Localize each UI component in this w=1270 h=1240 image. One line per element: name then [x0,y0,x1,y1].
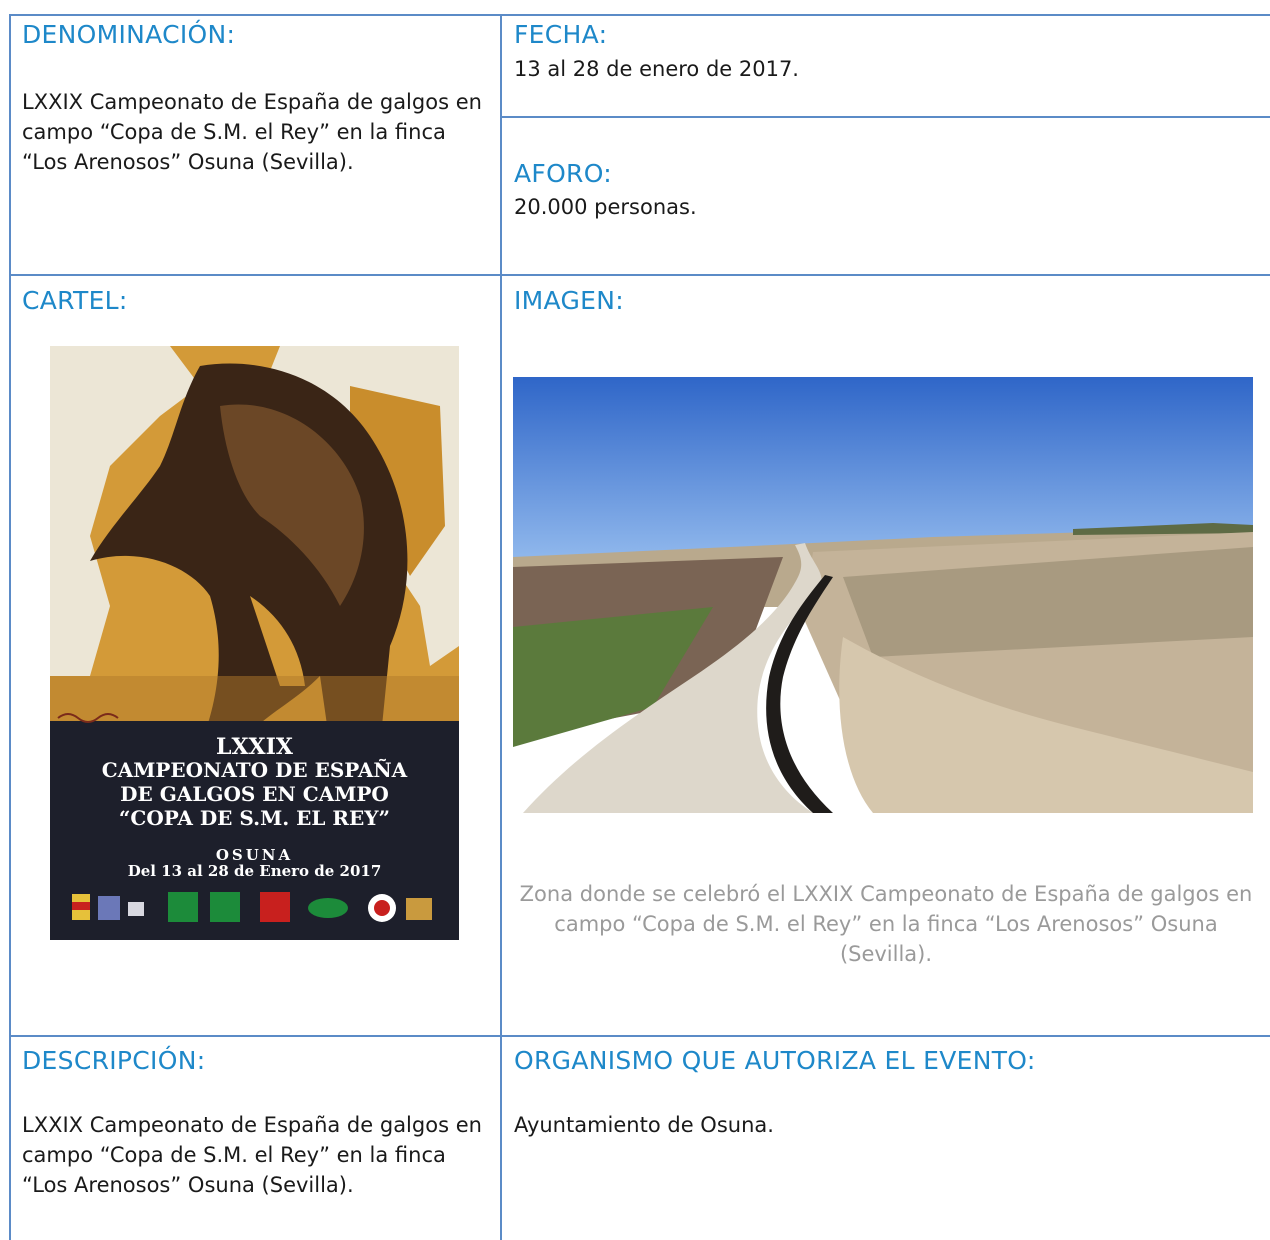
table-top-border [9,14,1270,16]
event-record-sheet: DENOMINACIÓN: LXXIX Campeonato de España… [0,0,1270,1240]
organismo-text: Ayuntamiento de Osuna. [514,1113,774,1137]
fecha-label: FECHA: [514,20,608,49]
row-divider-2 [9,1035,1270,1037]
table-left-border [9,14,11,1240]
fecha-text: 13 al 28 de enero de 2017. [514,57,799,81]
organismo-label: ORGANISMO QUE AUTORIZA EL EVENTO: [514,1046,1036,1075]
poster-line-3: DE GALGOS EN CAMPO [120,782,389,806]
denominacion-label: DENOMINACIÓN: [22,20,236,49]
venue-landscape [513,377,1253,813]
poster-line-1: LXXIX [216,734,293,760]
row-divider-1 [9,274,1270,276]
imagen-caption: Zona donde se celebró el LXXIX Campeonat… [519,882,1253,966]
poster-line-4: “COPA DE S.M. EL REY” [118,806,391,830]
poster-line-6: Del 13 al 28 de Enero de 2017 [127,862,382,880]
cartel-label: CARTEL: [22,286,128,315]
imagen-label: IMAGEN: [514,286,624,315]
poster-line-2: CAMPEONATO DE ESPAÑA [101,758,408,782]
descripcion-text: LXXIX Campeonato de España de galgos en … [22,1113,482,1197]
venue-photo [513,377,1253,813]
denominacion-text: LXXIX Campeonato de España de galgos en … [22,90,482,174]
aforo-label: AFORO: [514,159,612,188]
event-poster: LXXIX CAMPEONATO DE ESPAÑA DE GALGOS EN … [50,346,459,940]
table-middle-divider [500,14,502,1240]
descripcion-label: DESCRIPCIÓN: [22,1046,206,1075]
fecha-aforo-divider [500,116,1270,118]
aforo-text: 20.000 personas. [514,195,697,219]
